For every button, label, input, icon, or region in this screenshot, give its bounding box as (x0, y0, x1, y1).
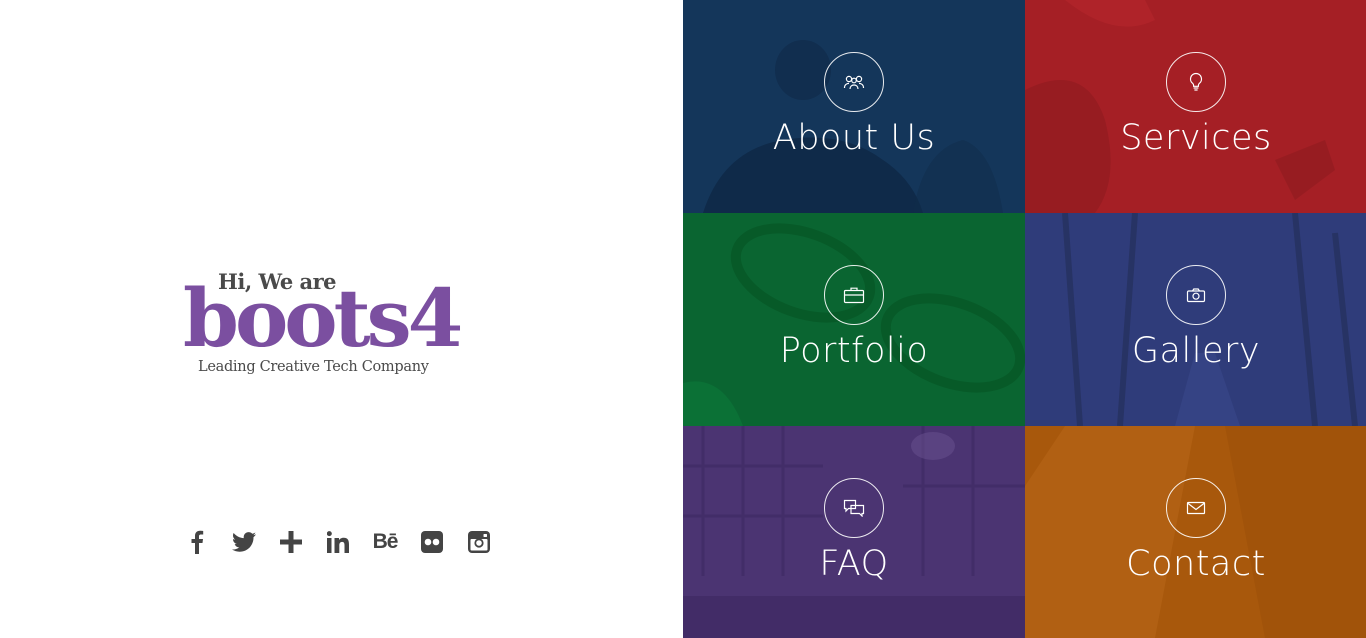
behance-glyph: Bē (372, 530, 399, 553)
tile-faq[interactable]: FAQ (683, 426, 1025, 638)
tile-about-us[interactable]: About Us (683, 0, 1025, 213)
envelope-icon (1166, 478, 1226, 538)
logo-greeting: Hi, We are (218, 269, 337, 294)
plus-icon[interactable] (277, 528, 305, 556)
tile-contact[interactable]: Contact (1025, 426, 1366, 638)
team-icon (824, 52, 884, 112)
social-links: Bē (183, 527, 512, 557)
briefcase-icon (824, 265, 884, 325)
tile-label: Services (1120, 118, 1272, 158)
lightbulb-icon (1166, 52, 1226, 112)
tile-label: About Us (772, 118, 936, 158)
intro-panel: boots4 Hi, We are Leading Creative Tech … (0, 0, 683, 638)
tile-label: Portfolio (779, 331, 929, 371)
behance-icon[interactable]: Bē (371, 528, 399, 556)
linkedin-icon[interactable] (324, 528, 352, 556)
chat-icon (824, 478, 884, 538)
tile-services[interactable]: Services (1025, 0, 1366, 213)
tile-gallery[interactable]: Gallery (1025, 213, 1366, 426)
logo-tagline: Leading Creative Tech Company (198, 359, 429, 375)
brand-logo[interactable]: boots4 Hi, We are Leading Creative Tech … (183, 262, 503, 382)
tile-portfolio[interactable]: Portfolio (683, 213, 1025, 426)
camera-icon (1166, 265, 1226, 325)
tile-label: Gallery (1131, 331, 1261, 371)
flickr-icon[interactable] (418, 528, 446, 556)
tile-label: Contact (1126, 544, 1266, 584)
navigation-grid: About Us Services Portfolio Gallery FAQ … (683, 0, 1366, 638)
facebook-icon[interactable] (183, 528, 211, 556)
tile-label: FAQ (819, 544, 889, 584)
twitter-icon[interactable] (230, 528, 258, 556)
instagram-icon[interactable] (465, 528, 493, 556)
